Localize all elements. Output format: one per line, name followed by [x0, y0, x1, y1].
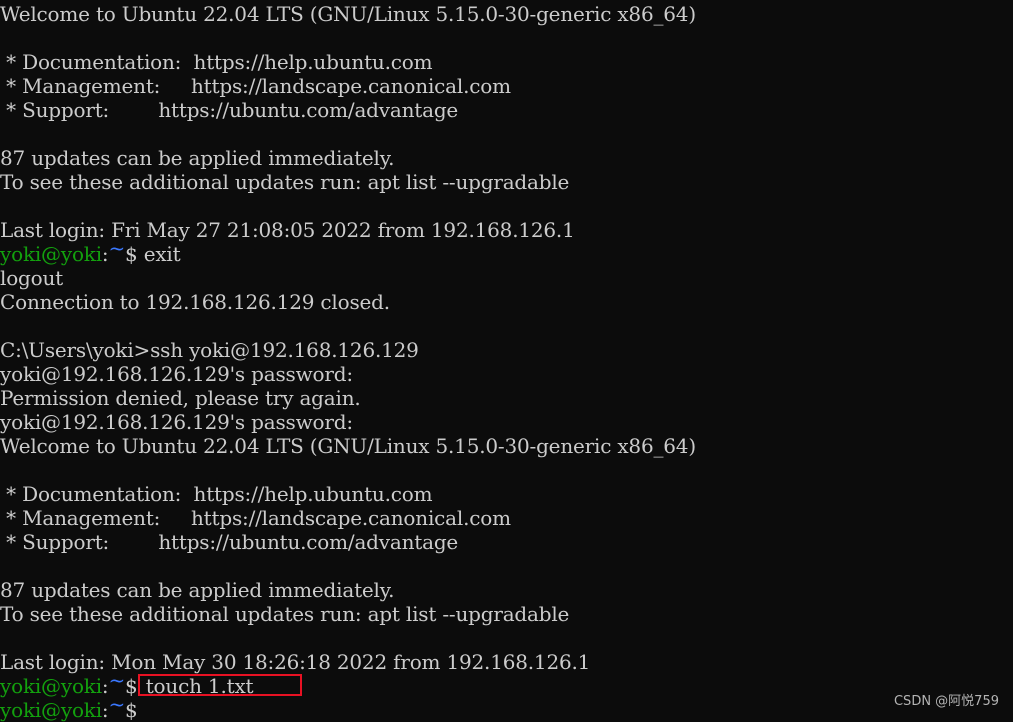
prompt-directory: ~	[108, 668, 126, 692]
prompt-line: yoki@yoki:~$ touch 1.txt	[0, 668, 696, 698]
output-line: Welcome to Ubuntu 22.04 LTS (GNU/Linux 5…	[0, 434, 696, 458]
output-line: * Management: https://landscape.canonica…	[0, 506, 511, 530]
prompt-user: yoki@yoki	[0, 674, 102, 698]
watermark: CSDN @阿悦759	[893, 694, 999, 709]
output-line: * Management: https://landscape.canonica…	[0, 74, 511, 98]
output-line: Permission denied, please try again.	[0, 386, 361, 410]
prompt-symbol: $	[125, 242, 138, 266]
output-line: * Documentation: https://help.ubuntu.com	[0, 50, 433, 74]
terminal-output[interactable]: Welcome to Ubuntu 22.04 LTS (GNU/Linux 5…	[0, 2, 696, 722]
output-line: To see these additional updates run: apt…	[0, 170, 570, 194]
prompt-line: yoki@yoki:~$	[0, 692, 696, 722]
prompt-directory: ~	[108, 692, 126, 716]
command-text: exit	[137, 242, 181, 266]
output-line: Connection to 192.168.126.129 closed.	[0, 290, 390, 314]
prompt-user: yoki@yoki	[0, 698, 102, 722]
output-line: Last login: Fri May 27 21:08:05 2022 fro…	[0, 218, 575, 242]
output-line: yoki@192.168.126.129's password:	[0, 362, 353, 386]
output-line: 87 updates can be applied immediately.	[0, 578, 395, 602]
output-line: Last login: Mon May 30 18:26:18 2022 fro…	[0, 650, 591, 674]
output-line: * Documentation: https://help.ubuntu.com	[0, 482, 433, 506]
output-line: logout	[0, 266, 63, 290]
prompt-directory: ~	[108, 236, 126, 260]
output-line: 87 updates can be applied immediately.	[0, 146, 395, 170]
prompt-line: yoki@yoki:~$ exit	[0, 236, 696, 266]
prompt-symbol: $	[125, 674, 138, 698]
output-line: C:\Users\yoki>ssh yoki@192.168.126.129	[0, 338, 419, 362]
prompt-user: yoki@yoki	[0, 242, 102, 266]
output-line: To see these additional updates run: apt…	[0, 602, 570, 626]
output-line: * Support: https://ubuntu.com/advantage	[0, 530, 459, 554]
highlighted-command: touch 1.txt	[137, 674, 302, 696]
output-line: * Support: https://ubuntu.com/advantage	[0, 98, 459, 122]
output-line: Welcome to Ubuntu 22.04 LTS (GNU/Linux 5…	[0, 2, 696, 26]
output-line: yoki@192.168.126.129's password:	[0, 410, 353, 434]
prompt-symbol: $	[125, 698, 138, 722]
